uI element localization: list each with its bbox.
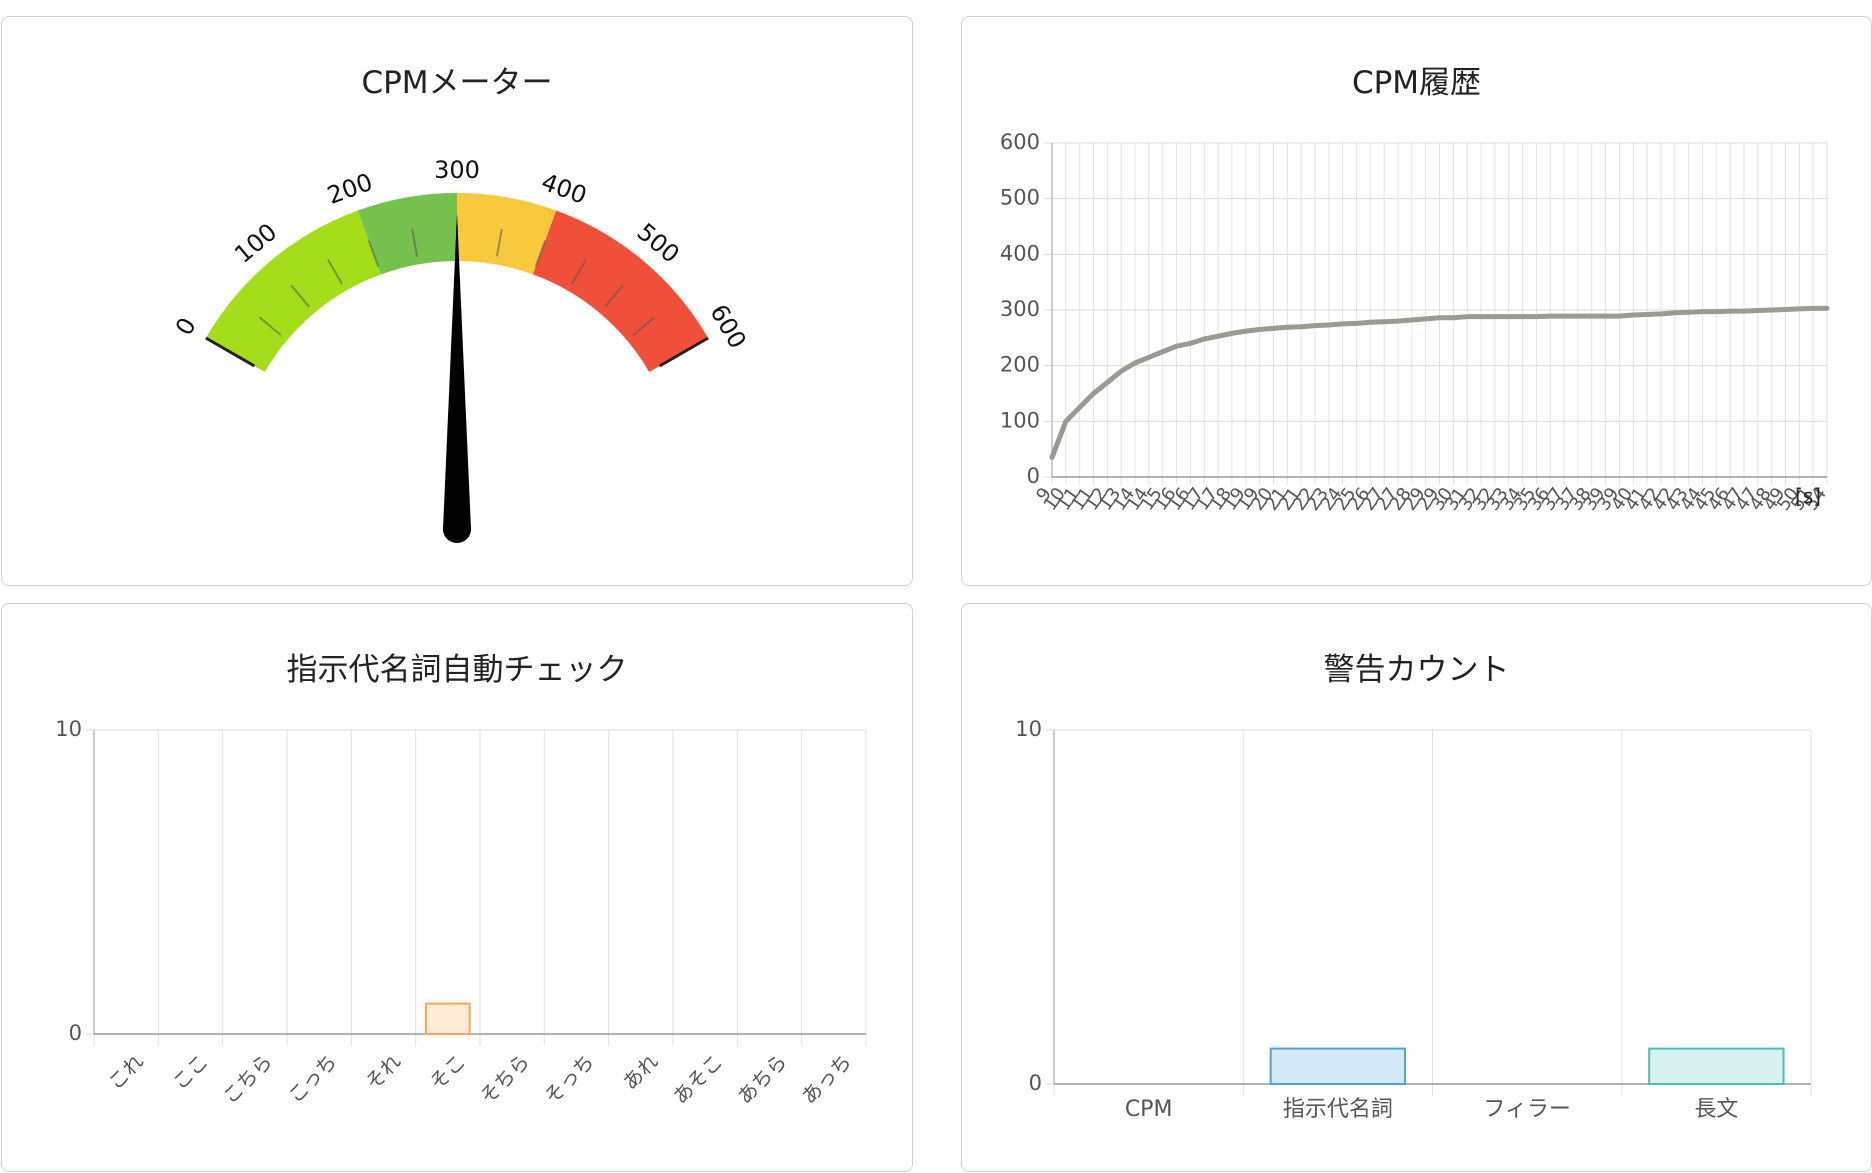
x-tick-label: あれ	[618, 1049, 663, 1094]
warning-chart: 0 10 CPM 指示代名詞 フィラー 長文	[1015, 717, 1812, 1122]
y-tick-label: 300	[1000, 297, 1040, 321]
cpm-meter-panel: CPMメーター 0 100 200 300 400 500 600	[1, 16, 913, 586]
gauge-tick-label: 600	[704, 300, 751, 354]
x-tick-label: それ	[361, 1049, 406, 1094]
gauge-tick-label: 0	[170, 313, 202, 340]
y-tick-label: 0	[69, 1021, 82, 1045]
x-tick-label: ここ	[168, 1049, 213, 1094]
cpm-history-panel: CPM履歴 0 100 200 300 400 500 600 9 10 11 11 12 13 14 14…	[961, 16, 1872, 586]
gauge-tick-label: 300	[434, 156, 480, 184]
y-tick-label: 400	[1000, 241, 1040, 265]
x-tick-label: 長文	[1694, 1097, 1738, 1122]
gauge-tick-label: 400	[538, 168, 591, 210]
y-tick-label: 0	[1029, 1071, 1042, 1095]
gauge-band-3	[532, 210, 709, 372]
y-tick-label: 600	[1000, 130, 1040, 154]
cpm-history-chart: 0100200300400500600910111112131414151616…	[1000, 130, 1831, 515]
bar	[1269, 1047, 1407, 1086]
x-tick-label: 指示代名詞	[1283, 1097, 1393, 1122]
y-tick-label: 100	[1000, 408, 1040, 432]
x-tick-label: これ	[103, 1049, 148, 1094]
x-tick-label: こちら	[218, 1049, 277, 1108]
warning-panel: 警告カウント 0 10 CPM 指示代名詞 フィラー 長文	[961, 603, 1872, 1172]
demonstrative-chart: 0 10 これ ここ こちら こっち それ そこ そちら そっち あれ あそこ あちら あっち	[55, 717, 867, 1109]
demonstrative-panel: 指示代名詞自動チェック 0 10 これ ここ こちら こっち それ そこ そちら そっち あれ あそこ…	[1, 603, 913, 1172]
gauge-tick-label: 200	[324, 168, 377, 210]
gauge-needle	[443, 213, 471, 543]
y-tick-label: 500	[1000, 186, 1040, 210]
x-axis-unit: [s]	[1795, 484, 1821, 508]
x-tick-label: あっち	[797, 1049, 856, 1108]
gauge-band-0	[205, 210, 382, 372]
y-tick-label: 10	[1015, 717, 1042, 741]
cpm-gauge: 0100200 300 400500600	[170, 156, 752, 543]
y-tick-label: 10	[55, 717, 82, 741]
x-tick-label: こっち	[283, 1049, 341, 1107]
bar	[424, 1002, 471, 1036]
x-tick-label: そっち	[539, 1049, 598, 1108]
x-tick-label: あちら	[732, 1049, 791, 1108]
gauge-needle-hub	[443, 515, 471, 543]
x-tick-label: そちら	[475, 1049, 534, 1108]
x-tick-label: CPM	[1125, 1097, 1173, 1122]
y-tick-label: 200	[1000, 353, 1040, 377]
x-tick-label: フィラー	[1483, 1097, 1571, 1122]
x-tick-label: そこ	[425, 1049, 470, 1094]
bar	[1648, 1047, 1785, 1086]
x-tick-label: あそこ	[668, 1049, 727, 1108]
